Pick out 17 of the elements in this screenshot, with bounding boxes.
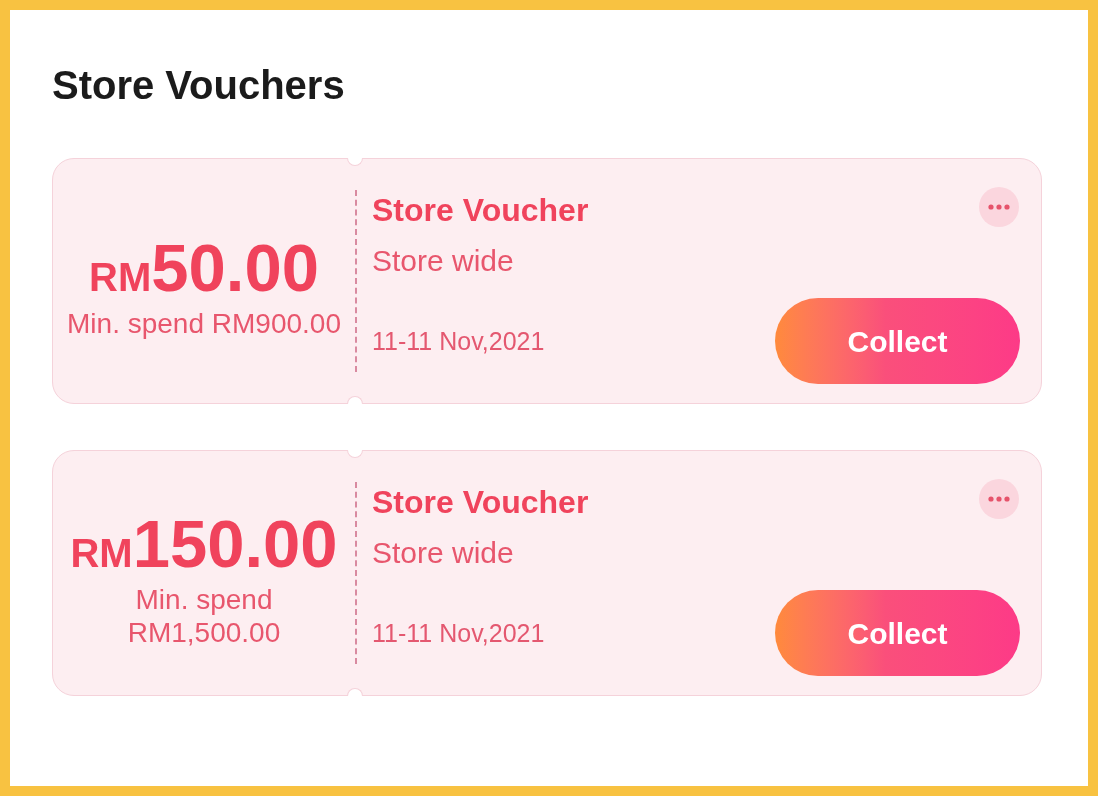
more-icon[interactable] xyxy=(979,479,1019,519)
validity-date: 11-11 Nov,2021 xyxy=(372,618,545,648)
more-icon[interactable] xyxy=(979,187,1019,227)
min-spend-text: Min. spend RM1,500.00 xyxy=(126,582,282,649)
voucher-title: Store Voucher xyxy=(372,483,589,522)
min-spend-text: Min. spend RM900.00 xyxy=(67,307,341,340)
voucher-title: Store Voucher xyxy=(372,191,589,230)
collect-button[interactable]: Collect xyxy=(775,298,1020,384)
validity-date: 11-11 Nov,2021 xyxy=(372,326,545,356)
collect-button[interactable]: Collect xyxy=(775,590,1020,676)
page-title: Store Vouchers xyxy=(52,62,345,109)
voucher-scope: Store wide xyxy=(372,243,514,279)
discount-amount: RM150.00 xyxy=(70,509,338,577)
discount-amount: RM50.00 xyxy=(89,234,319,301)
ticket-notch xyxy=(347,450,363,458)
voucher-scope: Store wide xyxy=(372,535,514,571)
ticket-notch xyxy=(347,688,363,696)
